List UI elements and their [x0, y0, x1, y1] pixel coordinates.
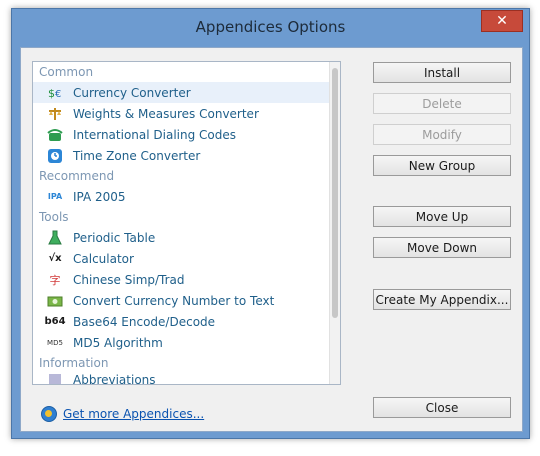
appendices-options-window: Appendices Options ✕ Common $ € Currency …	[11, 8, 530, 439]
abbreviation-icon	[47, 373, 63, 384]
list-item-label: Time Zone Converter	[73, 148, 201, 163]
list-scrollbar[interactable]	[329, 62, 340, 384]
money-icon	[47, 293, 63, 309]
title-bar: Appendices Options ✕	[12, 9, 529, 47]
modify-button[interactable]: Modify	[373, 124, 511, 145]
list-item-international-dialing[interactable]: International Dialing Codes	[33, 124, 330, 145]
group-header-common: Common	[39, 65, 94, 79]
svg-text:€: €	[55, 89, 61, 100]
sqrt-icon: √x	[48, 253, 62, 264]
list-item-label: Currency Converter	[73, 85, 191, 100]
list-item-currency-converter[interactable]: $ € Currency Converter	[33, 82, 330, 103]
close-icon: ✕	[496, 13, 508, 29]
footer-link-area: Get more Appendices...	[41, 406, 204, 422]
list-item-chinese-simp-trad[interactable]: 字 Chinese Simp/Trad	[33, 269, 330, 290]
list-item-label: Base64 Encode/Decode	[73, 314, 216, 329]
b64-icon: b64	[44, 316, 66, 327]
group-header-tools: Tools	[39, 210, 69, 224]
list-item-md5[interactable]: MD5 MD5 Algorithm	[33, 332, 330, 353]
ipa-icon: IPA	[47, 192, 63, 201]
globe-icon	[41, 406, 57, 422]
list-item-label: MD5 Algorithm	[73, 335, 163, 350]
currency-converter-icon: $ €	[47, 85, 63, 101]
list-item-periodic-table[interactable]: Periodic Table	[33, 227, 330, 248]
list-item-label: Chinese Simp/Trad	[73, 272, 185, 287]
group-header-information: Information	[39, 356, 109, 370]
move-down-button[interactable]: Move Down	[373, 237, 511, 258]
get-more-appendices-link[interactable]: Get more Appendices...	[63, 407, 204, 421]
md5-icon: MD5	[47, 338, 63, 347]
appendices-list[interactable]: Common $ € Currency Converter Weights & M…	[32, 61, 341, 385]
flask-icon	[47, 230, 63, 246]
dialog-body: Common $ € Currency Converter Weights & M…	[20, 47, 523, 432]
scrollbar-thumb[interactable]	[332, 68, 338, 318]
list-item-label: Abbreviations	[73, 373, 156, 385]
list-item-base64[interactable]: b64 Base64 Encode/Decode	[33, 311, 330, 332]
list-item-time-zone[interactable]: Time Zone Converter	[33, 145, 330, 166]
list-item-label: International Dialing Codes	[73, 127, 237, 142]
list-item-calculator[interactable]: √x Calculator	[33, 248, 330, 269]
move-up-button[interactable]: Move Up	[373, 206, 511, 227]
list-item-label: Calculator	[73, 251, 134, 266]
list-item-label: IPA 2005	[73, 189, 126, 204]
list-item-label: Periodic Table	[73, 230, 156, 245]
clock-icon	[47, 148, 63, 164]
delete-button[interactable]: Delete	[373, 93, 511, 114]
list-item-label: Convert Currency Number to Text	[73, 293, 275, 308]
list-item-weights-measures[interactable]: Weights & Measures Converter	[33, 103, 330, 124]
close-button[interactable]: Close	[373, 397, 511, 418]
create-my-appendix-button[interactable]: Create My Appendix...	[373, 289, 511, 310]
scale-icon	[47, 106, 63, 122]
list-item-ipa-2005[interactable]: IPA IPA 2005	[33, 186, 330, 207]
install-button[interactable]: Install	[373, 62, 511, 83]
chinese-char-icon: 字	[49, 273, 61, 287]
list-item-currency-to-text[interactable]: Convert Currency Number to Text	[33, 290, 330, 311]
phone-icon	[47, 127, 63, 143]
group-header-recommend: Recommend	[39, 169, 115, 183]
close-window-button[interactable]: ✕	[481, 10, 523, 32]
list-item-abbreviations[interactable]: Abbreviations	[33, 373, 330, 385]
svg-text:$: $	[48, 87, 55, 100]
window-title: Appendices Options	[195, 18, 346, 36]
list-item-label: Weights & Measures Converter	[73, 106, 259, 121]
new-group-button[interactable]: New Group	[373, 155, 511, 176]
